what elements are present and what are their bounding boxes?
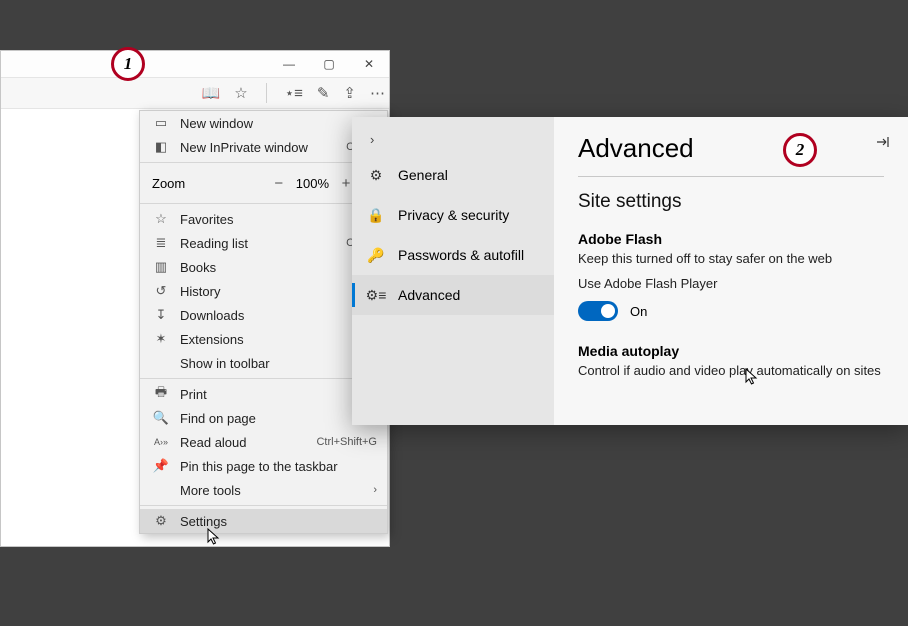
star-icon: ☆ [152,211,170,227]
menu-item-read-aloud[interactable]: A›» Read aloud Ctrl+Shift+G [140,430,387,454]
menu-item-label: Show in toolbar [180,356,377,371]
settings-main-panel: Advanced Site settings Adobe Flash Keep … [554,117,908,425]
menu-item-label: More tools [180,483,373,498]
key-icon: 🔑 [368,247,384,264]
reading-view-icon[interactable]: 📖 [202,84,221,102]
history-icon: ↺ [152,283,170,299]
notes-icon[interactable]: ✎ [317,84,330,102]
settings-section-heading: Site settings [578,191,884,213]
menu-item-label: History [180,284,377,299]
menu-item-label: Print [180,387,377,402]
zoom-value: 100% [296,176,329,191]
flash-toggle-label: Use Adobe Flash Player [578,276,884,291]
menu-item-label: New window [180,116,377,131]
menu-item-books[interactable]: ▥ Books [140,255,387,279]
nav-item-label: Passwords & autofill [398,247,524,263]
flash-toggle-row: On [578,301,884,321]
zoom-in-button[interactable]: + [339,175,353,192]
nav-item-general[interactable]: ⚙ General [352,155,554,195]
menu-zoom-row: Zoom − 100% + ⤢ [140,166,387,200]
menu-item-extensions[interactable]: ✶ Extensions [140,327,387,351]
menu-item-show-in-toolbar[interactable]: Show in toolbar [140,351,387,375]
menu-item-downloads[interactable]: ↧ Downloads [140,303,387,327]
more-dropdown-menu: ▭ New window ◧ New InPrivate window Ctrl… [139,110,388,534]
menu-item-pin-to-taskbar[interactable]: 📌 Pin this page to the taskbar [140,454,387,478]
print-icon: 🖶 [152,383,170,405]
browser-toolbar: 📖 ☆ ⋆≡ ✎ ⇪ ⋯ [1,78,389,109]
settings-page-title: Advanced [578,133,884,164]
nav-item-advanced[interactable]: ⚙≡ Advanced [352,275,554,315]
gear-icon: ⚙ [368,167,384,184]
window-icon: ▭ [152,115,170,131]
nav-item-privacy[interactable]: 🔒 Privacy & security [352,195,554,235]
menu-item-shortcut: Ctrl+Shift+G [316,436,377,448]
menu-item-more-tools[interactable]: More tools › [140,478,387,502]
window-close-button[interactable]: ✕ [349,51,389,77]
pin-panel-icon[interactable] [876,135,890,152]
search-icon: 🔍 [152,410,170,426]
menu-item-label: Downloads [180,308,377,323]
read-aloud-icon: A›» [152,437,170,447]
menu-item-find-on-page[interactable]: 🔍 Find on page [140,406,387,430]
extensions-icon: ✶ [152,331,170,347]
books-icon: ▥ [152,259,170,275]
settings-sidebar: › ⚙ General 🔒 Privacy & security 🔑 Passw… [352,117,554,425]
chevron-right-icon: › [373,484,377,496]
share-icon[interactable]: ⇪ [343,84,356,102]
menu-item-new-inprivate[interactable]: ◧ New InPrivate window Ctrl+S [140,135,387,159]
settings-back-button[interactable]: › [352,123,554,155]
autoplay-section-title: Media autoplay [578,343,884,359]
menu-item-label: Settings [180,514,377,529]
favorites-list-icon[interactable]: ⋆≡ [285,84,303,102]
toolbar-separator [266,83,267,103]
divider [578,176,884,177]
flash-section-title: Adobe Flash [578,231,884,247]
window-titlebar: — ▢ ✕ [1,51,389,78]
menu-item-label: Extensions [180,332,377,347]
nav-item-label: Privacy & security [398,207,509,223]
window-maximize-button[interactable]: ▢ [309,51,349,77]
sliders-icon: ⚙≡ [368,287,384,304]
reading-list-icon: ≣ [152,235,170,251]
more-menu-icon[interactable]: ⋯ [370,84,385,102]
favorite-star-icon[interactable]: ☆ [234,84,247,102]
nav-item-label: Advanced [398,287,460,303]
nav-item-passwords[interactable]: 🔑 Passwords & autofill [352,235,554,275]
menu-item-label: Reading list [180,236,346,251]
zoom-out-button[interactable]: − [272,175,286,192]
menu-item-print[interactable]: 🖶 Print [140,382,387,406]
menu-item-label: New InPrivate window [180,140,346,155]
menu-item-settings[interactable]: ⚙ Settings [140,509,387,533]
window-minimize-button[interactable]: — [269,51,309,77]
menu-item-favorites[interactable]: ☆ Favorites [140,207,387,231]
pin-icon: 📌 [152,458,170,474]
menu-item-label: Pin this page to the taskbar [180,459,377,474]
gear-icon: ⚙ [152,513,170,529]
callout-badge-2: 2 [783,133,817,167]
menu-item-label: Favorites [180,212,377,227]
flash-toggle[interactable] [578,301,618,321]
settings-flyout: › ⚙ General 🔒 Privacy & security 🔑 Passw… [352,117,908,425]
lock-icon: 🔒 [368,207,384,224]
menu-item-label: Books [180,260,377,275]
menu-item-label: Find on page [180,411,377,426]
callout-badge-1: 1 [111,47,145,81]
autoplay-section-desc: Control if audio and video play automati… [578,363,884,378]
downloads-icon: ↧ [152,307,170,323]
zoom-label: Zoom [152,176,185,191]
menu-item-label: Read aloud [180,435,316,450]
menu-item-history[interactable]: ↺ History [140,279,387,303]
menu-item-new-window[interactable]: ▭ New window [140,111,387,135]
menu-item-reading-list[interactable]: ≣ Reading list Ctrl+S [140,231,387,255]
flash-toggle-state: On [630,304,647,319]
flash-section-desc: Keep this turned off to stay safer on th… [578,251,884,266]
inprivate-icon: ◧ [152,139,170,155]
nav-item-label: General [398,167,448,183]
